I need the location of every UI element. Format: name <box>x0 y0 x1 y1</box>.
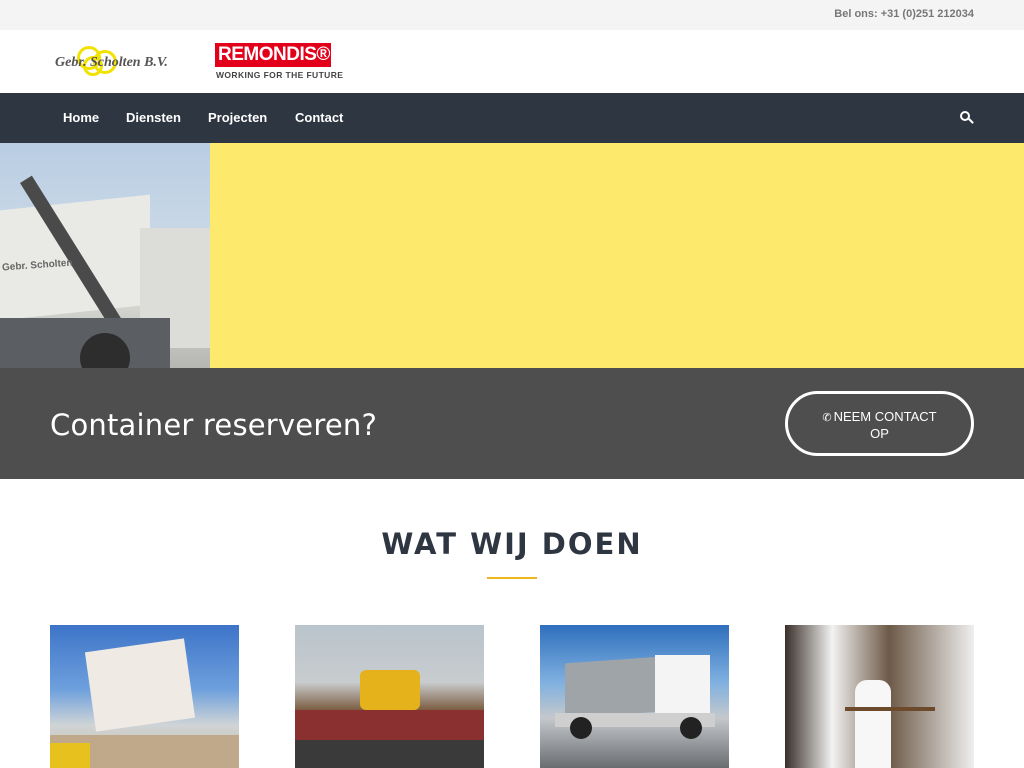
service-card-transport[interactable] <box>295 625 484 768</box>
nav-item-diensten[interactable]: Diensten <box>126 93 181 143</box>
logo-text: Gebr. Scholten B.V. <box>55 55 168 70</box>
gebr-scholten-logo[interactable]: Gebr. Scholten B.V. <box>55 46 195 80</box>
transport-road <box>295 740 484 768</box>
service-card-asbestos[interactable] <box>785 625 974 768</box>
service-card-containers[interactable] <box>540 625 729 768</box>
remondis-wordmark: REMONDIS® <box>215 43 331 67</box>
header: Gebr. Scholten B.V. REMONDIS® WORKING FO… <box>0 30 1024 93</box>
contact-button-label: ✆ NEEM CONTACT OP <box>788 409 971 442</box>
phone-icon: ✆ <box>822 412 832 424</box>
contact-button-line1: NEEM CONTACT <box>833 409 937 424</box>
truck-wheel <box>680 717 702 739</box>
transport-trailer <box>295 710 484 740</box>
nav-item-projecten[interactable]: Projecten <box>208 93 267 143</box>
cta-banner: Container reserveren? ✆ NEEM CONTACT OP <box>0 368 1024 479</box>
nav-item-contact[interactable]: Contact <box>295 93 343 143</box>
contact-button-line2: OP <box>870 426 889 441</box>
demolition-house <box>84 638 196 732</box>
title-divider <box>487 577 537 579</box>
main-navigation: Home Diensten Projecten Contact <box>0 93 1024 143</box>
phone-number[interactable]: Bel ons: +31 (0)251 212034 <box>834 8 974 20</box>
truck-wheel <box>570 717 592 739</box>
demolition-excavator <box>50 743 90 768</box>
services-title: WAT WIJ DOEN <box>381 527 643 561</box>
transport-excavator <box>360 670 420 710</box>
service-card-demolition[interactable] <box>50 625 239 768</box>
top-bar: Bel ons: +31 (0)251 212034 <box>0 0 1024 30</box>
cta-title: Container reserveren? <box>50 408 378 442</box>
nav-item-home[interactable]: Home <box>63 93 99 143</box>
remondis-tagline: WORKING FOR THE FUTURE <box>216 70 344 80</box>
contact-button[interactable]: ✆ NEEM CONTACT OP <box>785 391 974 456</box>
search-handle <box>968 118 974 124</box>
hero-container-photo: Gebr. Scholten <box>0 143 210 368</box>
worker-tool <box>845 707 935 711</box>
search-icon[interactable] <box>960 111 974 125</box>
remondis-logo[interactable]: REMONDIS® WORKING FOR THE FUTURE <box>215 43 343 81</box>
hero-banner: Gebr. Scholten <box>0 143 1024 368</box>
container-box <box>565 656 660 719</box>
protective-suit-worker <box>855 680 891 768</box>
